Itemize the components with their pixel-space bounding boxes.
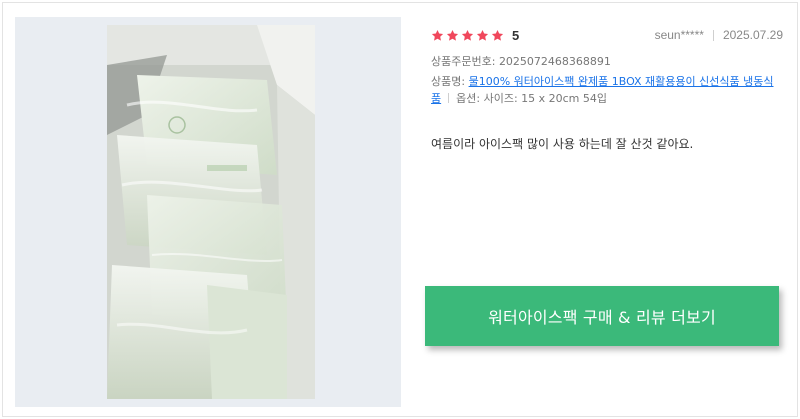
star-icon <box>461 29 474 41</box>
review-card: 5 seun***** 2025.07.29 상품주문번호: 202507246… <box>2 2 798 417</box>
review-info: 5 seun***** 2025.07.29 상품주문번호: 202507246… <box>431 25 783 107</box>
rating-score: 5 <box>512 27 520 43</box>
review-photo-panel <box>15 17 401 407</box>
order-number: 2025072468368891 <box>498 55 611 68</box>
review-header: 5 seun***** 2025.07.29 <box>431 25 783 45</box>
product-name-label: 상품명: <box>431 75 466 88</box>
star-icon <box>476 29 489 41</box>
review-date: 2025.07.29 <box>722 28 783 42</box>
more-purchase-reviews-button[interactable]: 워터아이스팩 구매 & 리뷰 더보기 <box>425 286 779 346</box>
review-photo[interactable] <box>107 25 315 399</box>
review-meta: seun***** 2025.07.29 <box>655 28 783 42</box>
option-label: 옵션: <box>456 92 481 105</box>
product-divider <box>448 93 450 103</box>
star-icon <box>446 29 459 41</box>
reviewer-username: seun***** <box>654 28 704 42</box>
review-text: 여름이라 아이스팩 많이 사용 하는데 잘 산것 같아요. <box>431 137 694 151</box>
option-value: 사이즈: 15 x 20cm 54입 <box>483 92 608 105</box>
meta-divider <box>712 29 714 41</box>
order-number-line: 상품주문번호: 2025072468368891 <box>431 54 783 70</box>
star-rating <box>431 29 504 42</box>
ice-pack-photo-illustration <box>107 25 315 399</box>
order-number-label: 상품주문번호: <box>431 55 496 68</box>
star-icon <box>431 29 444 41</box>
star-icon <box>491 29 504 41</box>
product-line: 상품명: 물100% 워터아이스팩 완제품 1BOX 재활용용이 신선식품 냉동… <box>431 73 783 107</box>
